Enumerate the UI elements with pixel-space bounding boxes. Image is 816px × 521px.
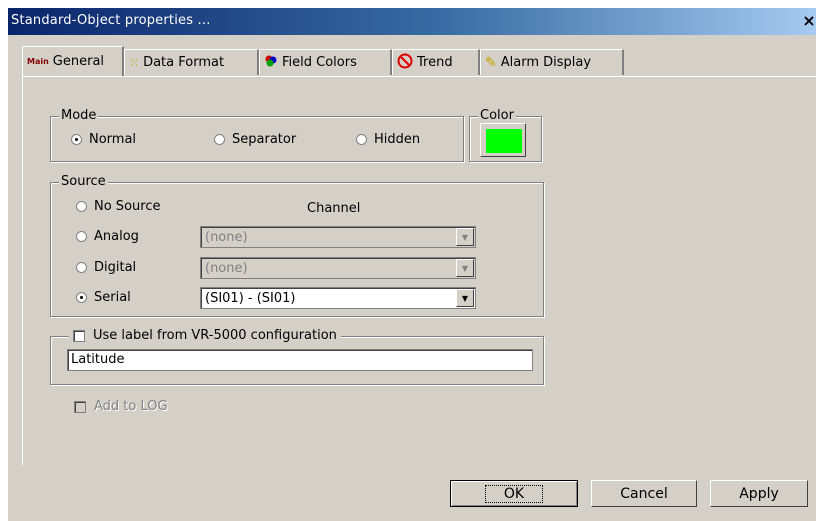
analog-channel-select[interactable]: (none) ▼ bbox=[200, 226, 476, 248]
source-analog-radio[interactable]: Analog bbox=[76, 229, 139, 244]
apply-button[interactable]: Apply bbox=[710, 480, 808, 507]
use-label-checkbox[interactable] bbox=[73, 329, 85, 342]
mode-normal-label: Normal bbox=[89, 132, 137, 147]
radio-icon bbox=[76, 231, 87, 242]
label-text-input[interactable]: Latitude bbox=[67, 349, 533, 371]
cancel-button-label: Cancel bbox=[620, 485, 668, 502]
mode-normal-radio[interactable]: Normal bbox=[71, 132, 136, 147]
tab-trend[interactable]: Trend bbox=[392, 49, 480, 75]
tab-data-format[interactable]: ⁙ Data Format bbox=[124, 49, 259, 75]
source-no-source-label: No Source bbox=[94, 199, 161, 214]
dialog-client-area: Main General ⁙ Data Format Field Colors … bbox=[8, 35, 816, 521]
chevron-down-icon: ▼ bbox=[456, 289, 474, 307]
main-label-icon: Main bbox=[27, 57, 49, 66]
mode-separator-radio[interactable]: Separator bbox=[214, 132, 296, 147]
use-label-checkbox-label: Use label from VR-5000 configuration bbox=[93, 328, 337, 343]
add-to-log-checkbox[interactable] bbox=[74, 401, 86, 413]
serial-channel-select[interactable]: (SI01) - (SI01) ▼ bbox=[200, 287, 476, 309]
properties-dialog: Standard-Object properties ... × Main Ge… bbox=[0, 0, 816, 521]
close-button[interactable]: × bbox=[802, 12, 816, 30]
use-label-checkbox-row[interactable]: Use label from VR-5000 configuration bbox=[69, 328, 341, 343]
source-digital-label: Digital bbox=[94, 260, 137, 275]
tab-alarm-display[interactable]: ✎ Alarm Display bbox=[480, 49, 624, 75]
source-no-source-radio[interactable]: No Source bbox=[76, 199, 160, 214]
source-legend: Source bbox=[59, 174, 108, 189]
source-group: Source No Source Channel Analog (none) ▼… bbox=[50, 174, 544, 317]
tab-general-label: General bbox=[52, 54, 105, 69]
radio-selected-icon bbox=[71, 134, 82, 145]
channel-label: Channel bbox=[307, 201, 361, 216]
radio-selected-icon bbox=[76, 292, 87, 303]
tab-trend-label: Trend bbox=[417, 55, 453, 70]
window-title: Standard-Object properties ... bbox=[11, 13, 211, 28]
label-group: Use label from VR-5000 configuration Lat… bbox=[50, 328, 544, 385]
color-picker-button[interactable] bbox=[480, 123, 526, 157]
source-serial-label: Serial bbox=[94, 290, 131, 305]
radio-icon bbox=[356, 134, 367, 145]
apply-button-label: Apply bbox=[739, 485, 779, 502]
mode-hidden-radio[interactable]: Hidden bbox=[356, 132, 420, 147]
trend-icon bbox=[397, 53, 413, 72]
source-serial-radio[interactable]: Serial bbox=[76, 290, 131, 305]
serial-channel-value: (SI01) - (SI01) bbox=[205, 291, 296, 306]
digital-channel-select[interactable]: (none) ▼ bbox=[200, 257, 476, 279]
tab-general[interactable]: Main General bbox=[22, 46, 124, 76]
ok-button[interactable]: OK bbox=[450, 480, 578, 507]
chevron-down-icon: ▼ bbox=[456, 259, 474, 277]
chevron-down-icon: ▼ bbox=[456, 228, 474, 246]
data-format-icon: ⁙ bbox=[129, 55, 140, 70]
field-colors-icon bbox=[264, 55, 278, 70]
cancel-button[interactable]: Cancel bbox=[591, 480, 697, 507]
radio-icon bbox=[214, 134, 225, 145]
tab-field-colors-label: Field Colors bbox=[282, 55, 357, 70]
add-to-log-label: Add to LOG bbox=[94, 399, 168, 414]
color-group: Color bbox=[469, 108, 542, 162]
mode-hidden-label: Hidden bbox=[374, 132, 421, 147]
mode-group: Mode Normal Separator Hidden bbox=[50, 108, 464, 162]
tab-data-format-label: Data Format bbox=[143, 55, 225, 70]
tab-alarm-display-label: Alarm Display bbox=[500, 55, 592, 70]
title-bar[interactable]: Standard-Object properties ... × bbox=[8, 8, 816, 35]
mode-separator-label: Separator bbox=[232, 132, 297, 147]
source-analog-label: Analog bbox=[94, 229, 139, 244]
ok-button-label: OK bbox=[484, 484, 544, 503]
color-legend: Color bbox=[478, 108, 516, 123]
digital-channel-value: (none) bbox=[205, 261, 248, 276]
analog-channel-value: (none) bbox=[205, 230, 248, 245]
radio-icon bbox=[76, 262, 87, 273]
radio-icon bbox=[76, 201, 87, 212]
mode-legend: Mode bbox=[59, 108, 99, 123]
color-swatch bbox=[486, 129, 522, 153]
tab-field-colors[interactable]: Field Colors bbox=[259, 49, 392, 75]
alarm-display-icon: ✎ bbox=[485, 54, 497, 71]
source-digital-radio[interactable]: Digital bbox=[76, 260, 136, 275]
